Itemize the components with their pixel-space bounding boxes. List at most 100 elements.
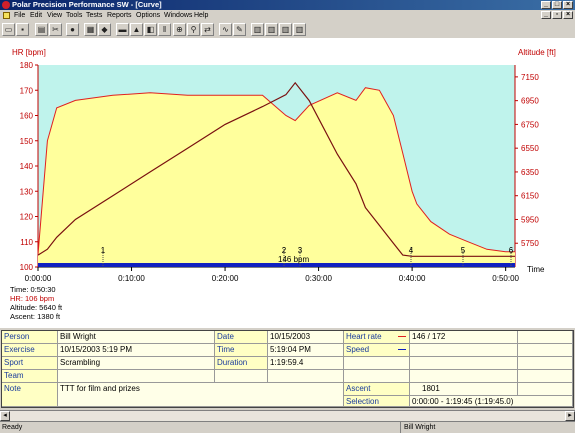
exercise-value[interactable]: 10/15/2003 5:19 PM — [58, 344, 215, 357]
duration-value[interactable]: 1:19:59.4 — [268, 357, 344, 370]
team-label: Team — [2, 370, 58, 383]
minimize-button[interactable]: _ — [541, 1, 551, 9]
chart-icon[interactable]: ◧ — [144, 23, 157, 36]
document-icon[interactable] — [3, 12, 10, 19]
date-value[interactable]: 10/15/2003 — [268, 331, 344, 344]
mdi-restore-button[interactable]: ▫ — [552, 11, 562, 19]
selection-label: Selection — [344, 396, 410, 407]
close-button[interactable]: × — [563, 1, 573, 9]
altitude-tick-label: 6150 — [521, 192, 539, 201]
exercise-info-table: Person Bill Wright Date 10/15/2003 Heart… — [1, 330, 574, 408]
cursor-time: Time: 0:50:30 — [10, 285, 56, 294]
hr-tick-label: 160 — [20, 112, 34, 121]
compare-icon[interactable]: ⇄ — [201, 23, 214, 36]
menu-file[interactable]: File — [14, 11, 25, 20]
graph-icon[interactable]: ∿ — [219, 23, 232, 36]
ascent-value[interactable]: 1801 — [410, 383, 518, 396]
hr-tick-label: 150 — [20, 137, 34, 146]
hr-tick-label: 110 — [20, 238, 33, 247]
selection-value[interactable]: 0:00:00 - 1:19:45 (1:19:45.0) — [410, 396, 573, 407]
scroll-right-icon[interactable]: ▸ — [565, 411, 575, 421]
bars-icon[interactable]: ‖ — [158, 23, 171, 36]
globe-icon[interactable]: ● — [66, 23, 79, 36]
selection-bar — [38, 263, 515, 267]
time-tick-label: 0:00:00 — [25, 274, 52, 283]
speed-value[interactable] — [410, 344, 518, 357]
hr-axis: 180 170 160 150 140 130 120 110 100 — [20, 61, 39, 272]
cursor-hr: HR: 106 bpm — [10, 294, 55, 303]
time-tick-label: 0:10:00 — [118, 274, 145, 283]
menu-tests[interactable]: Tests — [86, 11, 102, 20]
hr-tick-label: 130 — [20, 187, 34, 196]
altitude-tick-label: 7150 — [521, 73, 539, 82]
hr-tick-label: 180 — [20, 61, 34, 70]
toolbar: ▭ ▪ ▤ ✂ ● ▦ ◆ ▬ ▲ ◧ ‖ ⊕ ⚲ ⇄ ∿ ✎ ▥ ▥ ▥ ▥ — [0, 21, 575, 39]
menu-edit[interactable]: Edit — [30, 11, 42, 20]
altitude-tick-label: 5950 — [521, 215, 539, 224]
altitude-tick-label: 6950 — [521, 97, 539, 106]
empty-cell — [518, 357, 573, 370]
time-tick-label: 0:30:00 — [305, 274, 332, 283]
bar-chart-icon[interactable]: ▥ — [265, 23, 278, 36]
book-icon[interactable]: ◆ — [98, 23, 111, 36]
altitude-axis: 7150 6950 6750 6550 6350 6150 5950 5750 — [514, 65, 539, 267]
curve-chart[interactable]: HR [bpm] Altitude [ft] Time 180 170 160 150… — [0, 38, 575, 328]
note-value[interactable]: TTT for film and prizes — [58, 383, 344, 407]
duration-label: Duration — [215, 357, 268, 370]
date-label: Date — [215, 331, 268, 344]
menu-windows[interactable]: Windows — [164, 11, 192, 20]
menu-reports[interactable]: Reports — [107, 11, 132, 20]
open-folder-icon[interactable]: ▭ — [2, 23, 15, 36]
speed-label-text: Speed — [346, 345, 370, 354]
calendar-icon[interactable]: ▦ — [84, 23, 97, 36]
cursor-ascent: Ascent: 1380 ft — [10, 312, 61, 321]
save-icon[interactable]: ▪ — [16, 23, 29, 36]
hr-tick-label: 120 — [20, 213, 34, 222]
hr-tick-label: 170 — [20, 86, 34, 95]
status-bar: Ready Bill Wright — [0, 421, 575, 433]
menu-view[interactable]: View — [47, 11, 62, 20]
time-tick-label: 0:20:00 — [212, 274, 239, 283]
team-value[interactable] — [58, 370, 215, 383]
note-label: Note — [2, 383, 58, 407]
heart-rate-label: Heart rate — [344, 331, 410, 344]
speed-legend-swatch — [398, 349, 406, 350]
mdi-close-button[interactable]: × — [563, 11, 573, 19]
lap-marker-label: 3 — [298, 246, 303, 255]
exercise-label: Exercise — [2, 344, 58, 357]
scissors-icon[interactable]: ✂ — [49, 23, 62, 36]
altitude-tick-label: 6550 — [521, 144, 539, 153]
print-icon[interactable]: ▤ — [35, 23, 48, 36]
maximize-button[interactable]: □ — [552, 1, 562, 9]
heart-rate-value[interactable]: 146 / 172 — [410, 331, 518, 344]
menu-tools[interactable]: Tools — [66, 11, 82, 20]
chart-plot-area[interactable]: 180 170 160 150 140 130 120 110 100 7150 6950 6750… — [0, 38, 575, 328]
folder-icon[interactable]: ▬ — [116, 23, 129, 36]
edit-icon[interactable]: ✎ — [233, 23, 246, 36]
search-icon[interactable]: ⚲ — [187, 23, 200, 36]
zoom-icon[interactable]: ⊕ — [173, 23, 186, 36]
mountain-icon[interactable]: ▲ — [130, 23, 143, 36]
empty-cell — [518, 344, 573, 357]
lap-marker-label: 1 — [101, 246, 106, 255]
empty-cell — [215, 370, 268, 383]
empty-cell — [268, 370, 344, 383]
person-value[interactable]: Bill Wright — [58, 331, 215, 344]
window-title: Polar Precision Performance SW - [Curve] — [12, 0, 162, 9]
altitude-tick-label: 6750 — [521, 120, 539, 129]
menu-bar: File Edit View Tools Tests Reports Optio… — [0, 10, 575, 21]
scroll-left-icon[interactable]: ◂ — [0, 411, 10, 421]
title-bar: Polar Precision Performance SW - [Curve]… — [0, 0, 575, 10]
menu-options[interactable]: Options — [136, 11, 160, 20]
mdi-minimize-button[interactable]: _ — [541, 11, 551, 19]
time-value[interactable]: 5:19:04 PM — [268, 344, 344, 357]
hr-tick-label: 140 — [20, 162, 34, 171]
heart-rate-legend-swatch — [398, 336, 406, 337]
altitude-tick-label: 6350 — [521, 168, 539, 177]
bar-chart-icon[interactable]: ▥ — [293, 23, 306, 36]
person-label: Person — [2, 331, 58, 344]
bar-chart-icon[interactable]: ▥ — [279, 23, 292, 36]
menu-help[interactable]: Help — [194, 11, 208, 20]
bar-chart-icon[interactable]: ▥ — [251, 23, 264, 36]
sport-value[interactable]: Scrambling — [58, 357, 215, 370]
